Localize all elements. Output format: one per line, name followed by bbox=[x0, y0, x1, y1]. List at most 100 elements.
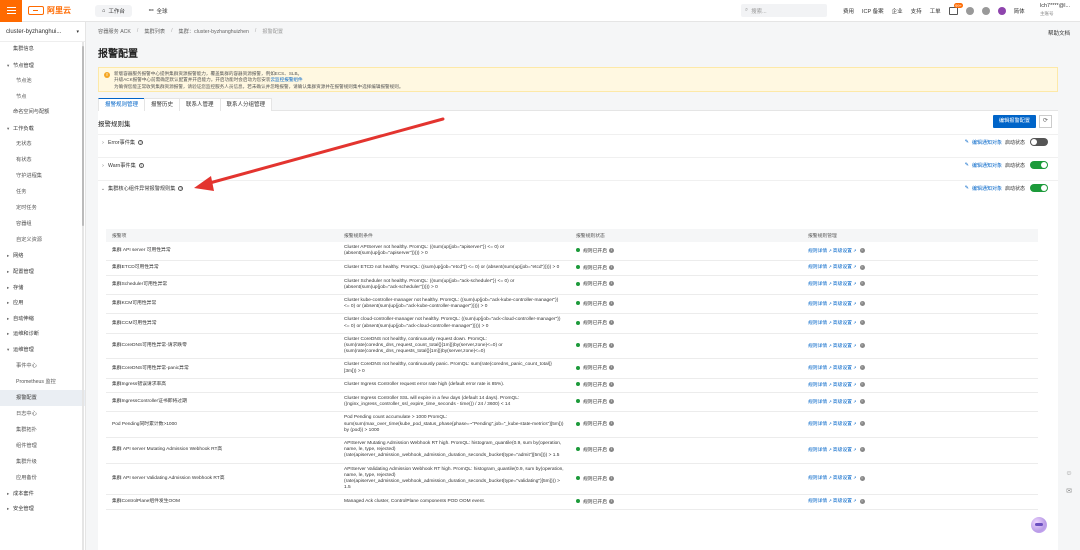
advanced-settings-link[interactable]: 高级设置 bbox=[833, 321, 852, 326]
sidebar-subitem[interactable]: 守护进程集 bbox=[0, 168, 85, 184]
info-icon[interactable]: i bbox=[859, 247, 865, 253]
sidebar-subitem[interactable]: 集群升级 bbox=[0, 454, 85, 470]
sidebar-subitem[interactable]: 节点池 bbox=[0, 73, 85, 89]
sidebar-subitem[interactable]: 事件中心 bbox=[0, 358, 85, 374]
help-icon[interactable]: ? bbox=[138, 163, 144, 168]
info-icon[interactable]: i bbox=[859, 342, 865, 348]
help-icon[interactable]: ? bbox=[178, 186, 184, 191]
rule-set-row[interactable]: › Warn事件集 ? ✎ 编辑通知对象 启动状态 bbox=[98, 157, 1058, 173]
info-icon[interactable]: i bbox=[859, 365, 865, 371]
info-icon[interactable]: i bbox=[859, 320, 865, 326]
sidebar-scrollbar[interactable] bbox=[82, 42, 84, 550]
refresh-button[interactable]: ⟳ bbox=[1039, 115, 1052, 128]
advanced-settings-link[interactable]: 高级设置 bbox=[833, 366, 852, 371]
chat-icon[interactable]: ☺ bbox=[1065, 470, 1073, 478]
workbench-button[interactable]: ⌂ 工作台 bbox=[95, 4, 132, 17]
aliyun-logo[interactable]: 阿里云 bbox=[28, 5, 71, 16]
sidebar-subitem[interactable]: 应用备份 bbox=[0, 470, 85, 486]
rule-detail-link[interactable]: 规则详情 bbox=[808, 499, 827, 504]
info-icon[interactable]: i bbox=[609, 342, 614, 348]
sidebar-item[interactable]: 命名空间与配额 bbox=[0, 105, 85, 121]
chevron-right-icon[interactable]: › bbox=[98, 163, 108, 169]
tab-alert-history[interactable]: 报警历史 bbox=[144, 98, 181, 111]
rule-detail-link[interactable]: 规则详情 bbox=[808, 383, 827, 388]
rule-detail-link[interactable]: 规则详情 bbox=[808, 400, 827, 405]
rule-detail-link[interactable]: 规则详情 bbox=[808, 366, 827, 371]
sidebar-subitem[interactable]: 组件管理 bbox=[0, 438, 85, 454]
info-icon[interactable]: i bbox=[609, 498, 614, 504]
info-icon[interactable]: i bbox=[859, 498, 865, 504]
info-icon[interactable]: i bbox=[609, 421, 614, 427]
cart-icon[interactable] bbox=[965, 7, 974, 15]
sidebar-group[interactable]: ▸ 应用 bbox=[0, 295, 85, 311]
message-icon[interactable]: 99+ bbox=[948, 3, 964, 15]
feedback-icon[interactable]: ✉ bbox=[1065, 488, 1073, 496]
user-account[interactable]: lch7****@l... 主账号 bbox=[1040, 3, 1070, 17]
sidebar-subitem[interactable]: 日志中心 bbox=[0, 406, 85, 422]
info-icon[interactable]: i bbox=[859, 300, 865, 306]
info-icon[interactable]: i bbox=[859, 281, 865, 287]
rule-detail-link[interactable]: 规则详情 bbox=[808, 249, 827, 254]
info-icon[interactable]: i bbox=[609, 381, 614, 387]
tab-contact-groups[interactable]: 联系人分组管理 bbox=[219, 98, 273, 111]
sidebar-subitem[interactable]: 无状态 bbox=[0, 136, 85, 152]
rule-detail-link[interactable]: 规则详情 bbox=[808, 321, 827, 326]
sidebar-subitem[interactable]: 有状态 bbox=[0, 152, 85, 168]
assistant-icon[interactable] bbox=[997, 7, 1006, 15]
rule-detail-link[interactable]: 规则详情 bbox=[808, 422, 827, 427]
sidebar-group[interactable]: ▸ 网络 bbox=[0, 248, 85, 264]
rule-detail-link[interactable]: 规则详情 bbox=[808, 302, 827, 307]
tab-rule-management[interactable]: 报警规则管理 bbox=[98, 98, 146, 111]
sidebar-group[interactable]: ▾ 工作负载 bbox=[0, 121, 85, 137]
sidebar-group[interactable]: ▾ 节点管理 bbox=[0, 58, 85, 74]
top-link-support[interactable]: 支持 bbox=[911, 7, 922, 15]
top-link-fee[interactable]: 费用 bbox=[843, 7, 854, 15]
help-icon[interactable]: ? bbox=[138, 140, 144, 145]
info-icon[interactable]: i bbox=[609, 446, 614, 452]
ai-assistant-icon[interactable] bbox=[1031, 517, 1047, 533]
region-selector[interactable]: ⚯ 全球 bbox=[142, 5, 175, 17]
breadcrumb-ack[interactable]: 容器服务 ACK bbox=[98, 28, 131, 35]
rule-set-toggle[interactable] bbox=[1030, 184, 1048, 192]
sidebar-group[interactable]: ▸ 安全管理 bbox=[0, 501, 85, 517]
rule-detail-link[interactable]: 规则详情 bbox=[808, 265, 827, 270]
advanced-settings-link[interactable]: 高级设置 bbox=[833, 422, 852, 427]
sidebar-group[interactable]: ▾ 运维管理 bbox=[0, 342, 85, 358]
rule-set-row[interactable]: ⌄ 集群核心组件异常报警规则集 ? ✎ 编辑通知对象 启动状态 bbox=[98, 180, 1058, 196]
edit-notify-link[interactable]: 编辑通知对象 bbox=[972, 162, 1002, 169]
sidebar-subitem[interactable]: Prometheus 监控 bbox=[0, 374, 85, 390]
info-icon[interactable]: i bbox=[859, 382, 865, 388]
sidebar-subitem[interactable]: 集群拓扑 bbox=[0, 422, 85, 438]
info-icon[interactable]: i bbox=[859, 421, 865, 427]
info-icon[interactable]: i bbox=[859, 398, 865, 404]
advanced-settings-link[interactable]: 高级设置 bbox=[833, 448, 852, 453]
sidebar-group[interactable]: ▸ 成本套件 bbox=[0, 486, 85, 502]
notice-link[interactable]: 云监控报警组件 bbox=[270, 77, 302, 82]
sidebar-subitem[interactable]: 报警配置 bbox=[0, 389, 85, 406]
sidebar-subitem[interactable]: 任务 bbox=[0, 184, 85, 200]
edit-notify-link[interactable]: 编辑通知对象 bbox=[972, 185, 1002, 192]
sidebar-subitem[interactable]: 容器组 bbox=[0, 216, 85, 232]
rule-detail-link[interactable]: 规则详情 bbox=[808, 448, 827, 453]
advanced-settings-link[interactable]: 高级设置 bbox=[833, 499, 852, 504]
sidebar-subitem[interactable]: 定时任务 bbox=[0, 200, 85, 216]
sidebar-group[interactable]: ▸ 运维和诊断 bbox=[0, 326, 85, 342]
chevron-right-icon[interactable]: › bbox=[98, 140, 108, 146]
info-icon[interactable]: i bbox=[859, 264, 865, 270]
cluster-selector[interactable]: cluster-byzhanghui... ▾ bbox=[0, 22, 85, 42]
rule-detail-link[interactable]: 规则详情 bbox=[808, 282, 827, 287]
language-switch[interactable]: 简体 bbox=[1014, 7, 1025, 15]
sidebar-group[interactable]: ▸ 存储 bbox=[0, 280, 85, 296]
info-icon[interactable]: i bbox=[609, 281, 614, 287]
help-doc-link[interactable]: 帮助文档 bbox=[1048, 29, 1070, 37]
tab-contacts[interactable]: 联系人管理 bbox=[179, 98, 221, 111]
advanced-settings-link[interactable]: 高级设置 bbox=[833, 265, 852, 270]
rule-detail-link[interactable]: 规则详情 bbox=[808, 344, 827, 349]
advanced-settings-link[interactable]: 高级设置 bbox=[833, 249, 852, 254]
info-icon[interactable]: i bbox=[609, 320, 614, 326]
sidebar-group[interactable]: ▸ 配置管理 bbox=[0, 264, 85, 280]
global-search-input[interactable]: ⌕ 搜索... bbox=[741, 4, 827, 17]
info-icon[interactable]: i bbox=[609, 365, 614, 371]
advanced-settings-link[interactable]: 高级设置 bbox=[833, 282, 852, 287]
info-icon[interactable]: i bbox=[609, 247, 614, 253]
